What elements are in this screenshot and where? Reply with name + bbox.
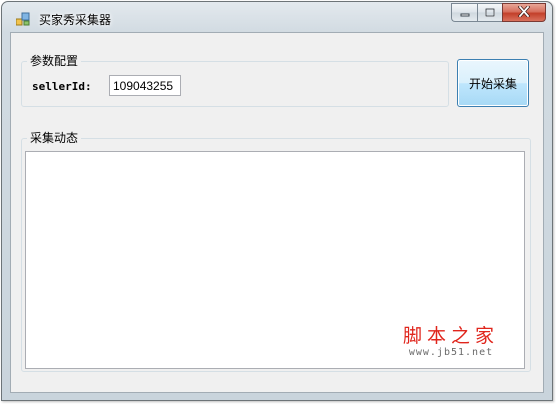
param-config-group: 参数配置 sellerId: bbox=[21, 53, 449, 107]
title-bar[interactable]: 买家秀采集器 bbox=[2, 2, 552, 32]
watermark-text: 脚本之家 bbox=[402, 325, 499, 347]
minimize-button[interactable] bbox=[451, 3, 477, 22]
client-area: 参数配置 sellerId: 开始采集 采集动态 脚本之家 www.jb51.n… bbox=[10, 32, 544, 393]
close-icon bbox=[517, 4, 531, 20]
seller-id-label: sellerId: bbox=[32, 80, 92, 93]
watermark: 脚本之家 www.jb51.net bbox=[379, 325, 523, 359]
start-collect-button[interactable]: 开始采集 bbox=[457, 59, 529, 107]
seller-id-input[interactable] bbox=[109, 75, 181, 96]
app-window: 买家秀采集器 参数配置 sellerId: 109043255 开始采集 采集动… bbox=[1, 1, 553, 401]
minimize-icon bbox=[460, 6, 470, 20]
watermark-url: www.jb51.net bbox=[408, 347, 494, 358]
collect-status-legend: 采集动态 bbox=[27, 130, 82, 146]
app-icon bbox=[15, 12, 32, 26]
maximize-button[interactable] bbox=[477, 3, 502, 22]
window-title: 买家秀采集器 bbox=[39, 13, 112, 27]
close-button[interactable] bbox=[502, 3, 546, 22]
param-config-legend: 参数配置 bbox=[27, 53, 82, 69]
maximize-icon bbox=[485, 6, 495, 20]
caption-buttons bbox=[451, 3, 546, 22]
